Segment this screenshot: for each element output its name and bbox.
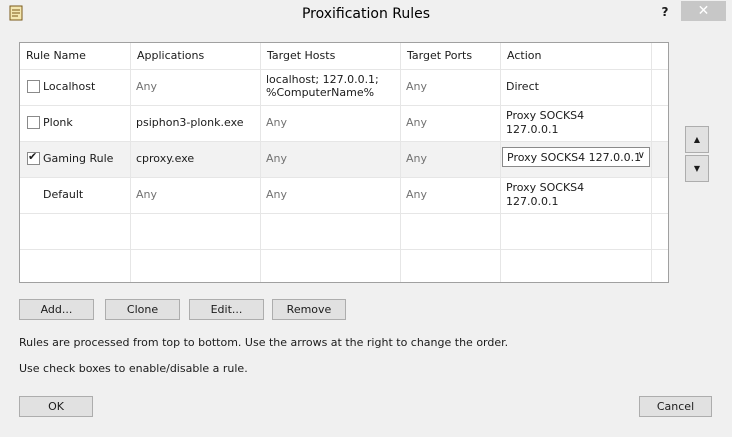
row-divider: [20, 69, 668, 70]
column-divider: [651, 43, 652, 282]
column-divider: [400, 43, 401, 282]
rule-action: Proxy SOCKS4: [506, 181, 585, 194]
rule-action-line2: 127.0.0.1: [506, 195, 559, 208]
row-divider: [20, 177, 668, 178]
rules-table: Rule Name Applications Target Hosts Targ…: [19, 42, 669, 283]
rule-action: Direct: [506, 80, 539, 93]
rule-applications: psiphon3-plonk.exe: [136, 116, 244, 129]
rule-name: Localhost: [43, 80, 96, 93]
checkbox-note: Use check boxes to enable/disable a rule…: [19, 362, 248, 375]
column-divider: [260, 43, 261, 282]
rule-applications: cproxy.exe: [136, 152, 195, 165]
row-divider: [20, 213, 668, 214]
action-dropdown[interactable]: Proxy SOCKS4 127.0.0.1 ∨: [502, 147, 650, 167]
column-divider: [500, 43, 501, 282]
rule-applications: Any: [136, 80, 158, 93]
add-button[interactable]: Add...: [19, 299, 94, 320]
rule-action-line2: 127.0.0.1: [506, 123, 559, 136]
ok-button[interactable]: OK: [19, 396, 93, 417]
rule-name: Gaming Rule: [43, 152, 114, 165]
window-title: Proxification Rules: [301, 6, 431, 22]
rule-name: Default: [43, 188, 84, 201]
cancel-button[interactable]: Cancel: [639, 396, 712, 417]
rule-target-ports: Any: [406, 116, 428, 129]
clone-button[interactable]: Clone: [105, 299, 180, 320]
column-header-rule-name[interactable]: Rule Name: [20, 43, 130, 69]
move-down-button[interactable]: ▼: [685, 155, 709, 182]
rule-target-hosts: Any: [266, 188, 288, 201]
title-bar: Proxification Rules ? ✕: [0, 0, 732, 31]
action-dropdown-value: Proxy SOCKS4 127.0.0.1: [507, 151, 642, 164]
rule-target-ports: Any: [406, 152, 428, 165]
rule-enabled-checkbox[interactable]: [27, 116, 40, 129]
column-header-applications[interactable]: Applications: [131, 43, 261, 69]
rule-target-hosts: Any: [266, 116, 288, 129]
row-divider: [20, 105, 668, 106]
rule-target-hosts-line2: %ComputerName%: [266, 86, 375, 99]
rule-target-hosts: localhost; 127.0.0.1;: [266, 73, 379, 86]
move-up-button[interactable]: ▲: [685, 126, 709, 153]
rule-enabled-checkbox[interactable]: [27, 80, 40, 93]
chevron-down-icon: ∨: [637, 150, 645, 161]
edit-button[interactable]: Edit...: [189, 299, 264, 320]
column-header-target-hosts[interactable]: Target Hosts: [261, 43, 401, 69]
rule-applications: Any: [136, 188, 158, 201]
remove-button[interactable]: Remove: [272, 299, 346, 320]
row-divider: [20, 249, 668, 250]
column-header-action[interactable]: Action: [501, 43, 651, 69]
help-button[interactable]: ?: [657, 2, 673, 22]
rule-enabled-checkbox[interactable]: [27, 150, 40, 165]
rule-action: Proxy SOCKS4: [506, 109, 585, 122]
rule-name: Plonk: [43, 116, 73, 129]
column-header-target-ports[interactable]: Target Ports: [401, 43, 501, 69]
row-divider: [20, 141, 668, 142]
close-button[interactable]: ✕: [681, 1, 726, 21]
column-divider: [130, 43, 131, 282]
rule-target-ports: Any: [406, 188, 428, 201]
rule-target-hosts: Any: [266, 152, 288, 165]
rule-target-ports: Any: [406, 80, 428, 93]
order-note: Rules are processed from top to bottom. …: [19, 336, 509, 349]
